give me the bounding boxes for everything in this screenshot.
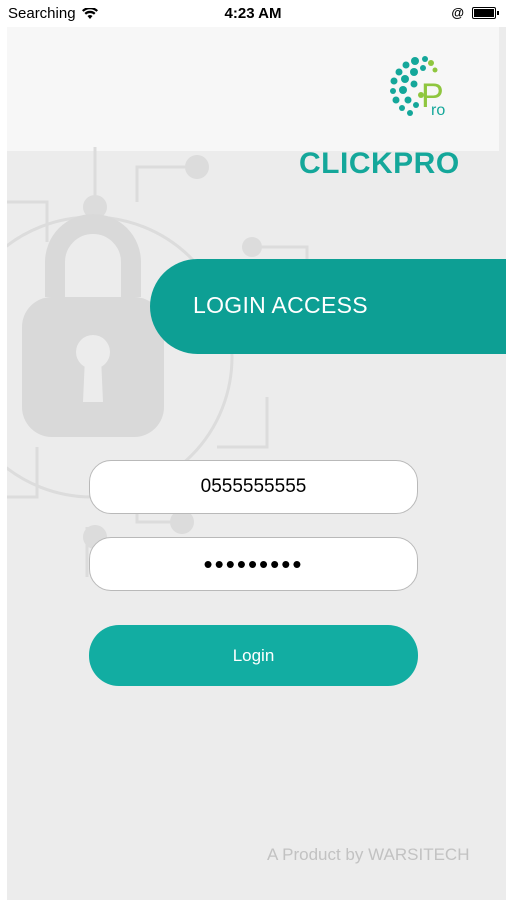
status-bar: Searching 4:23 AM @ xyxy=(0,0,506,27)
phone-input[interactable] xyxy=(89,460,418,514)
login-screen: P ro CLICKPRO LOGIN ACCESS 0555555555 ••… xyxy=(7,27,506,900)
alarm-icon: @ xyxy=(451,5,464,20)
footer-credit: A Product by WARSITECH xyxy=(267,845,470,864)
login-access-title: LOGIN ACCESS xyxy=(193,292,368,318)
login-access-banner: LOGIN ACCESS xyxy=(150,259,506,354)
clickpro-logo: P ro xyxy=(390,56,445,119)
status-time: 4:23 AM xyxy=(224,5,282,22)
battery-icon xyxy=(472,6,499,19)
password-input[interactable] xyxy=(89,537,418,591)
login-button[interactable]: Login xyxy=(89,625,418,686)
brand-title: CLICKPRO xyxy=(299,147,460,180)
status-right: @ xyxy=(451,5,499,20)
logo-sub: ro xyxy=(431,102,445,119)
